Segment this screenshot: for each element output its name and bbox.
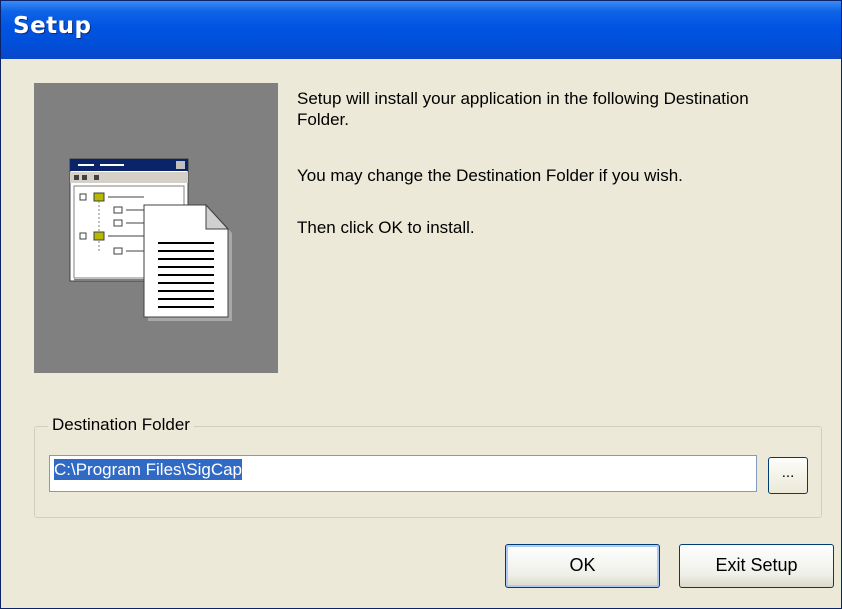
destination-path-input[interactable]: C:\Program Files\SigCap xyxy=(49,455,757,492)
setup-illustration-icon xyxy=(69,158,232,321)
destination-folder-label: Destination Folder xyxy=(48,415,194,435)
setup-window: Setup Setup will install your applicatio… xyxy=(0,0,842,609)
ok-button[interactable]: OK xyxy=(505,544,660,588)
instruction-text-2: You may change the Destination Folder if… xyxy=(297,166,683,185)
setup-illustration-image xyxy=(34,83,278,373)
browse-button[interactable]: ... xyxy=(768,457,808,494)
window-title: Setup xyxy=(13,13,92,39)
destination-path-text: C:\Program Files\SigCap xyxy=(54,459,243,480)
dialog-body: Setup will install your application in t… xyxy=(1,59,841,608)
instruction-text-1: Setup will install your application in t… xyxy=(297,89,749,129)
exit-setup-button[interactable]: Exit Setup xyxy=(679,544,834,588)
instruction-text-3: Then click OK to install. xyxy=(297,218,475,237)
title-bar[interactable]: Setup xyxy=(1,1,841,59)
